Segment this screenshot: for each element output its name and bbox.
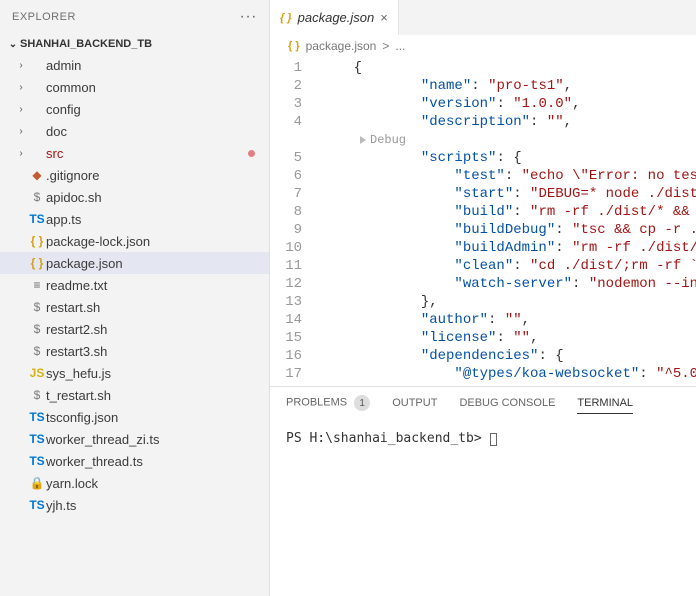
tree-item-label: worker_thread_zi.ts [46, 432, 269, 447]
tree-item-label: readme.txt [46, 278, 269, 293]
tab-bar: { } package.json × [270, 0, 696, 35]
close-icon[interactable]: × [380, 10, 388, 25]
modified-dot-icon [248, 150, 255, 157]
file-tree: ›admin›common›config›doc›src◆.gitignore$… [0, 54, 269, 596]
sh-icon: $ [28, 190, 46, 204]
tab-debug-console[interactable]: DEBUG CONSOLE [459, 397, 555, 413]
txt-icon: ≡ [28, 278, 46, 292]
tree-item-worker-thread-ts[interactable]: TSworker_thread.ts [0, 450, 269, 472]
tree-item-sys-hefu-js[interactable]: JSsys_hefu.js [0, 362, 269, 384]
json-icon: { } [288, 40, 300, 52]
ts-icon: TS [28, 454, 46, 468]
chevron-right-icon: › [14, 126, 28, 137]
code-editor[interactable]: 1234567891011121314151617 { "name": "pro… [270, 57, 696, 386]
tree-item-label: src [46, 146, 269, 161]
tree-item-readme-txt[interactable]: ≡readme.txt [0, 274, 269, 296]
tree-item-label: sys_hefu.js [46, 366, 269, 381]
tree-item-label: package.json [46, 256, 269, 271]
tree-item-label: common [46, 80, 269, 95]
tree-item-label: doc [46, 124, 269, 139]
tree-item-label: app.ts [46, 212, 269, 227]
json-icon: { } [280, 12, 292, 24]
more-icon[interactable]: ··· [240, 8, 257, 26]
tree-item-restart3-sh[interactable]: $restart3.sh [0, 340, 269, 362]
git-icon: ◆ [28, 168, 46, 182]
tree-item-yjh-ts[interactable]: TSyjh.ts [0, 494, 269, 516]
tree-item-restart-sh[interactable]: $restart.sh [0, 296, 269, 318]
json-icon: { } [28, 234, 46, 248]
ts-icon: TS [28, 212, 46, 226]
tree-item-label: worker_thread.ts [46, 454, 269, 469]
tree-item-apidoc-sh[interactable]: $apidoc.sh [0, 186, 269, 208]
tree-item-doc[interactable]: › doc [0, 120, 269, 142]
tab-package-json[interactable]: { } package.json × [270, 0, 399, 35]
sh-icon: $ [28, 322, 46, 336]
tree-item-yarn-lock[interactable]: 🔒yarn.lock [0, 472, 269, 494]
breadcrumb[interactable]: { } package.json > ... [270, 35, 696, 57]
tree-item-label: restart.sh [46, 300, 269, 315]
play-icon [360, 136, 366, 144]
tab-label: package.json [298, 10, 375, 25]
project-name: SHANHAI_BACKEND_TB [20, 38, 152, 50]
tree-item-admin[interactable]: › admin [0, 54, 269, 76]
tree-item-worker-thread-zi-ts[interactable]: TSworker_thread_zi.ts [0, 428, 269, 450]
panel-tabs: PROBLEMS 1 OUTPUT DEBUG CONSOLE TERMINAL [270, 387, 696, 421]
tree-item--gitignore[interactable]: ◆.gitignore [0, 164, 269, 186]
explorer-header: EXPLORER ··· [0, 0, 269, 34]
tree-item-restart2-sh[interactable]: $restart2.sh [0, 318, 269, 340]
terminal-cursor [490, 433, 497, 446]
terminal-prompt: PS H:\shanhai_backend_tb> [286, 431, 490, 446]
chevron-right-icon: › [14, 82, 28, 93]
tree-item-label: yjh.ts [46, 498, 269, 513]
sh-icon: $ [28, 300, 46, 314]
chevron-right-icon: › [14, 148, 28, 159]
tree-item-label: package-lock.json [46, 234, 269, 249]
tab-problems[interactable]: PROBLEMS 1 [286, 395, 370, 415]
breadcrumb-file: package.json [306, 39, 377, 53]
tree-item-label: .gitignore [46, 168, 269, 183]
ts-icon: TS [28, 432, 46, 446]
code-content[interactable]: { "name": "pro-ts1", "version": "1.0.0",… [320, 57, 696, 386]
tab-output[interactable]: OUTPUT [392, 397, 437, 413]
tree-item-label: admin [46, 58, 269, 73]
sh-icon: $ [28, 388, 46, 402]
tree-item-label: tsconfig.json [46, 410, 269, 425]
tree-item-src[interactable]: › src [0, 142, 269, 164]
tab-terminal[interactable]: TERMINAL [577, 397, 633, 414]
breadcrumb-rest: ... [395, 39, 405, 53]
tree-item-package-json[interactable]: { }package.json [0, 252, 269, 274]
sh-icon: $ [28, 344, 46, 358]
line-gutter: 1234567891011121314151617 [270, 57, 320, 386]
tree-item-t-restart-sh[interactable]: $t_restart.sh [0, 384, 269, 406]
chevron-down-icon: ⌄ [6, 39, 20, 50]
tree-item-label: t_restart.sh [46, 388, 269, 403]
project-root[interactable]: ⌄ SHANHAI_BACKEND_TB [0, 34, 269, 54]
tree-item-label: restart2.sh [46, 322, 269, 337]
explorer-title: EXPLORER [12, 11, 76, 23]
json-icon: { } [28, 256, 46, 270]
js-icon: JS [28, 366, 46, 380]
chevron-right-icon: › [14, 104, 28, 115]
tree-item-config[interactable]: › config [0, 98, 269, 120]
chevron-right-icon: › [14, 60, 28, 71]
problems-badge: 1 [354, 395, 370, 411]
explorer-sidebar: EXPLORER ··· ⌄ SHANHAI_BACKEND_TB › admin… [0, 0, 270, 596]
tree-item-tsconfig-json[interactable]: TStsconfig.json [0, 406, 269, 428]
tsjson-icon: TS [28, 410, 46, 424]
tree-item-label: config [46, 102, 269, 117]
tree-item-label: yarn.lock [46, 476, 269, 491]
ts-icon: TS [28, 498, 46, 512]
tree-item-app-ts[interactable]: TSapp.ts [0, 208, 269, 230]
tree-item-label: restart3.sh [46, 344, 269, 359]
debug-codelens[interactable]: Debug [320, 131, 696, 149]
editor-area: { } package.json × { } package.json > ..… [270, 0, 696, 596]
tree-item-package-lock-json[interactable]: { }package-lock.json [0, 230, 269, 252]
lock-icon: 🔒 [28, 476, 46, 490]
terminal[interactable]: PS H:\shanhai_backend_tb> [270, 421, 696, 596]
bottom-panel: PROBLEMS 1 OUTPUT DEBUG CONSOLE TERMINAL… [270, 386, 696, 596]
tree-item-common[interactable]: › common [0, 76, 269, 98]
tree-item-label: apidoc.sh [46, 190, 269, 205]
breadcrumb-sep: > [382, 39, 389, 53]
